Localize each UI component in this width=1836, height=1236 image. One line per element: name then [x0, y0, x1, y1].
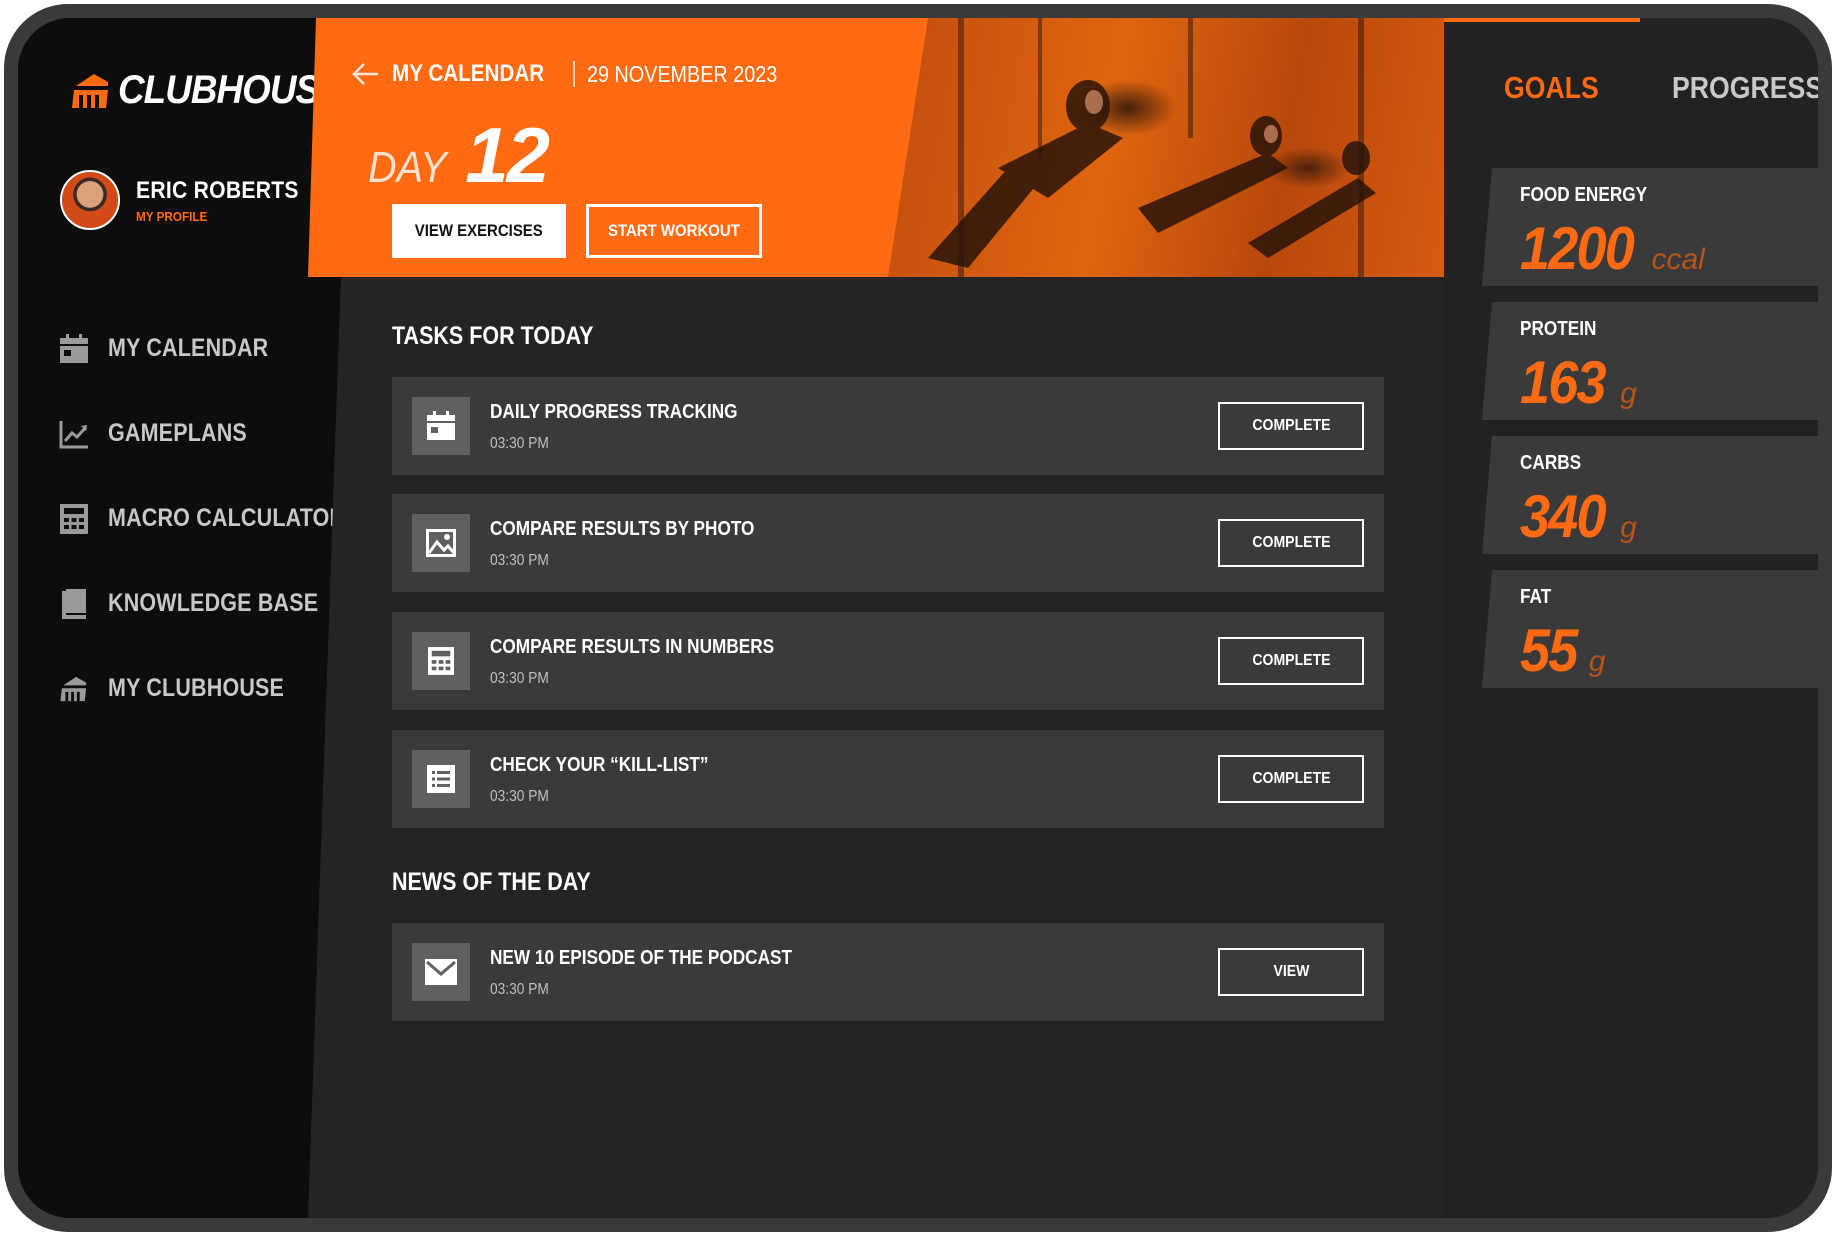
view-exercises-button[interactable]: VIEW EXERCISES — [392, 204, 566, 258]
macro-card-carbs: CARBS 340 g — [1482, 436, 1818, 554]
complete-button[interactable]: COMPLETE — [1218, 637, 1364, 685]
tab-goals[interactable]: GOALS — [1504, 70, 1599, 106]
goals-panel: GOALS PROGRESS FOOD ENERGY 1200 ccal PRO… — [1444, 18, 1818, 1218]
sidebar-item-my-calendar[interactable]: MY CALENDAR — [58, 306, 384, 391]
task-row: DAILY PROGRESS TRACKING 03:30 PM COMPLET… — [392, 377, 1384, 475]
macro-label: FOOD ENERGY — [1520, 184, 1648, 206]
macro-unit: g — [1620, 511, 1637, 544]
task-time: 03:30 PM — [490, 670, 549, 687]
brand-name: CLUBHOUSE — [118, 68, 344, 112]
sidebar-item-label: MY CALENDAR — [108, 334, 269, 362]
macro-number: 55 — [1520, 617, 1578, 684]
complete-button[interactable]: COMPLETE — [1218, 755, 1364, 803]
profile-name: ERIC ROBERTS — [136, 176, 299, 204]
task-time: 03:30 PM — [490, 552, 549, 569]
macro-number: 163 — [1520, 349, 1607, 416]
calculator-icon — [412, 632, 470, 690]
tablet-frame: CLUBHOUSE ERIC ROBERTS MY PROFILE MY CAL… — [4, 4, 1832, 1232]
macro-label: CARBS — [1520, 452, 1582, 474]
complete-button[interactable]: COMPLETE — [1218, 402, 1364, 450]
calendar-icon — [58, 333, 90, 365]
macro-card-protein: PROTEIN 163 g — [1482, 302, 1818, 420]
task-time: 03:30 PM — [490, 788, 549, 805]
sidebar-item-label: KNOWLEDGE BASE — [108, 589, 319, 617]
task-title: COMPARE RESULTS IN NUMBERS — [490, 636, 775, 658]
start-workout-button[interactable]: START WORKOUT — [586, 204, 762, 258]
macro-value: 163 g — [1520, 348, 1637, 417]
book-icon — [58, 588, 90, 620]
day-word: DAY — [368, 143, 447, 192]
chart-line-icon — [58, 418, 90, 450]
macro-card-fat: FAT 55 g — [1482, 570, 1818, 688]
day-counter: DAY 12 — [368, 110, 550, 201]
calendar-icon — [412, 397, 470, 455]
news-time: 03:30 PM — [490, 981, 549, 998]
page-title: MY CALENDAR — [392, 60, 545, 87]
image-icon — [412, 514, 470, 572]
task-title: DAILY PROGRESS TRACKING — [490, 401, 738, 423]
task-time: 03:30 PM — [490, 435, 549, 452]
list-icon — [412, 750, 470, 808]
tab-progress[interactable]: PROGRESS — [1672, 70, 1818, 106]
news-section-title: NEWS OF THE DAY — [392, 868, 591, 896]
macro-label: PROTEIN — [1520, 318, 1597, 340]
mail-icon — [412, 943, 470, 1001]
breadcrumb-divider — [572, 61, 575, 87]
macro-value: 55 g — [1520, 616, 1605, 685]
macro-number: 340 — [1520, 483, 1607, 550]
sidebar-item-label: GAMEPLANS — [108, 419, 247, 447]
workout-illustration — [928, 18, 1376, 277]
task-row: COMPARE RESULTS BY PHOTO 03:30 PM COMPLE… — [392, 494, 1384, 592]
news-title: NEW 10 EPISODE OF THE PODCAST — [490, 947, 793, 969]
macro-number: 1200 — [1520, 215, 1635, 282]
clubhouse-icon — [58, 673, 90, 705]
macro-value: 340 g — [1520, 482, 1637, 551]
macro-card-food-energy: FOOD ENERGY 1200 ccal — [1482, 168, 1818, 286]
macro-label: FAT — [1520, 586, 1552, 608]
clubhouse-logo-icon — [72, 73, 108, 108]
user-profile[interactable]: ERIC ROBERTS MY PROFILE — [60, 170, 321, 230]
news-row: NEW 10 EPISODE OF THE PODCAST 03:30 PM V… — [392, 923, 1384, 1021]
task-title: CHECK YOUR “KILL-LIST” — [490, 754, 709, 776]
workout-photo — [888, 18, 1444, 277]
macro-unit: ccal — [1651, 243, 1705, 276]
avatar[interactable] — [60, 170, 120, 230]
sidebar-item-label: MY CLUBHOUSE — [108, 674, 285, 702]
view-button[interactable]: VIEW — [1218, 948, 1364, 996]
task-row: COMPARE RESULTS IN NUMBERS 03:30 PM COMP… — [392, 612, 1384, 710]
current-date: 29 NOVEMBER 2023 — [586, 60, 778, 87]
my-profile-link[interactable]: MY PROFILE — [136, 209, 302, 224]
macro-unit: g — [1620, 377, 1637, 410]
active-tab-indicator — [1444, 18, 1640, 22]
day-number: 12 — [465, 111, 550, 199]
breadcrumb: MY CALENDAR 29 NOVEMBER 2023 — [350, 60, 808, 88]
back-arrow-icon[interactable] — [350, 62, 380, 86]
complete-button[interactable]: COMPLETE — [1218, 519, 1364, 567]
task-title: COMPARE RESULTS BY PHOTO — [490, 518, 755, 540]
task-row: CHECK YOUR “KILL-LIST” 03:30 PM COMPLETE — [392, 730, 1384, 828]
calculator-icon — [58, 503, 90, 535]
sidebar-item-label: MACRO CALCULATOR — [108, 504, 346, 532]
macro-value: 1200 ccal — [1520, 214, 1705, 283]
app-screen: CLUBHOUSE ERIC ROBERTS MY PROFILE MY CAL… — [18, 18, 1818, 1218]
macro-unit: g — [1588, 645, 1606, 678]
tasks-section-title: TASKS FOR TODAY — [392, 322, 594, 350]
